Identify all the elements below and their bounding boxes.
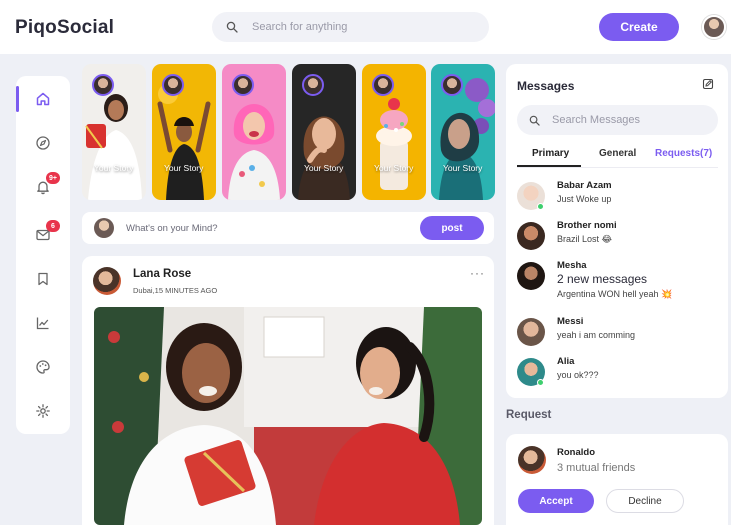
story-card-4[interactable]: Your Story [292,64,356,200]
tab-general[interactable]: General [599,148,636,159]
author-avatar[interactable] [93,267,121,295]
contact-name: Mesha [557,260,587,271]
story-label: Your Story [304,163,344,173]
message-preview: Brazil Lost 😂 [557,234,613,244]
edit-icon[interactable] [702,78,714,90]
message-item[interactable]: Messi yeah i am comming [517,316,717,350]
nav-messages[interactable]: 6 [16,220,70,250]
message-preview: Argentina WON hell yeah 💥 [557,289,673,299]
contact-avatar [517,222,545,250]
feed-post: Lana Rose Dubai,15 MINUTES AGO ··· [82,256,494,525]
post-photo [94,307,482,525]
palette-icon [35,359,51,375]
message-item[interactable]: Brother nomi Brazil Lost 😂 [517,220,717,254]
story-card-1[interactable]: Your Story [82,64,146,200]
contact-name: Brother nomi [557,220,617,231]
story-label: Your Story [374,163,414,173]
story-label: Your Story [443,163,483,173]
story-avatar [162,74,184,96]
nav-home[interactable] [16,84,70,114]
tab-requests[interactable]: Requests(7) [655,148,712,159]
nav-theme[interactable] [16,352,70,382]
left-navigation: 9+ 6 [16,76,70,434]
post-image[interactable] [94,307,482,525]
bookmark-icon [35,271,51,287]
post-button[interactable]: post [420,216,484,240]
story-avatar [232,74,254,96]
contact-name: Messi [557,316,584,327]
story-card-6[interactable]: Your Story [431,64,495,200]
new-messages-count: 2 new messages [557,272,648,286]
profile-avatar[interactable] [702,15,726,39]
request-heading: Request [506,409,552,421]
nav-bookmarks[interactable] [16,264,70,294]
requester-avatar[interactable] [518,446,546,474]
more-options-icon[interactable]: ··· [470,266,485,280]
story-avatar [372,74,394,96]
decline-button[interactable]: Decline [606,489,684,513]
author-name[interactable]: Lana Rose [133,268,191,280]
messages-title: Messages [517,79,575,93]
contact-avatar [517,262,545,290]
global-search-input[interactable] [252,21,489,33]
nav-explore[interactable] [16,128,70,158]
contact-avatar [517,318,545,346]
message-item[interactable]: Mesha 2 new messages Argentina WON hell … [517,260,717,306]
contact-name: Alia [557,356,575,367]
settings-icon [35,403,51,419]
nav-notifications[interactable]: 9+ [16,172,70,202]
story-label: Your Story [94,163,134,173]
story-label: Your Story [164,163,204,173]
mutual-friends: 3 mutual friends [557,462,636,474]
app-logo[interactable]: PiqoSocial [15,17,114,39]
message-tabs: Primary General Requests(7) [516,146,718,168]
compass-icon [35,135,51,151]
story-avatar [302,74,324,96]
top-bar: PiqoSocial Create [0,0,731,54]
messages-panel: Messages Primary General Requests(7) Bab… [506,64,728,398]
requester-name[interactable]: Ronaldo [557,447,595,458]
message-search-input[interactable] [552,114,718,126]
message-item[interactable]: Babar Azam Just Woke up [517,180,717,214]
global-search[interactable] [212,12,489,42]
composer-input[interactable]: What's on your Mind? [126,223,218,234]
post-meta: Dubai,15 MINUTES AGO [133,286,218,295]
message-preview: you ok??? [557,370,599,380]
search-icon [226,21,238,33]
message-search[interactable] [517,105,718,135]
story-card-3[interactable] [222,64,286,200]
story-card-2[interactable]: Your Story [152,64,216,200]
story-avatar [92,74,114,96]
online-indicator [537,203,544,210]
analytics-icon [35,315,51,331]
contact-name: Babar Azam [557,180,612,191]
nav-settings[interactable] [16,396,70,426]
story-avatar [441,74,463,96]
nav-analytics[interactable] [16,308,70,338]
tab-primary[interactable]: Primary [516,148,582,167]
create-button[interactable]: Create [599,13,679,41]
messages-badge: 6 [46,220,60,232]
notification-badge: 9+ [46,172,60,184]
composer-avatar [94,218,114,238]
story-card-5[interactable]: Your Story [362,64,426,200]
message-preview: Just Woke up [557,194,612,204]
message-item[interactable]: Alia you ok??? [517,356,717,390]
friend-request-card: Ronaldo 3 mutual friends Accept Decline [506,434,728,525]
accept-button[interactable]: Accept [518,489,594,513]
online-indicator [537,379,544,386]
search-icon [529,115,540,126]
message-preview: yeah i am comming [557,330,636,340]
home-icon [35,91,51,107]
